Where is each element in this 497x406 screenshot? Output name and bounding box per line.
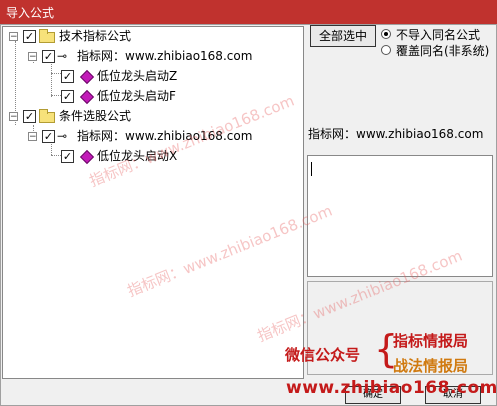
radio-overwrite-label: 覆盖同名(非系统) <box>396 44 490 58</box>
collapse-toggle-icon[interactable]: − <box>9 112 18 122</box>
collapse-toggle-icon[interactable]: − <box>28 52 37 62</box>
formula-description-textarea[interactable] <box>307 155 493 277</box>
collapse-toggle-icon[interactable]: − <box>9 32 18 42</box>
folder-icon <box>39 109 55 123</box>
select-all-button[interactable]: 全部选中 <box>310 25 376 47</box>
checkbox-formula-f[interactable]: ✓ <box>61 90 74 103</box>
tree-connector <box>51 61 52 97</box>
tree-leaf-label: 低位龙头启动F <box>97 89 176 103</box>
window-title: 导入公式 <box>6 6 55 20</box>
formula-gem-icon <box>79 149 95 165</box>
checkbox-formula-z[interactable]: ✓ <box>61 70 74 83</box>
tree-connector <box>51 141 52 155</box>
radio-overwrite-duplicates[interactable] <box>381 45 391 55</box>
tree-node-label: 指标网：www.zhibiao168.com <box>77 49 253 63</box>
formula-gem-icon <box>79 89 95 105</box>
checkbox-condition-formulas[interactable]: ✓ <box>23 110 36 123</box>
detail-site-label: 指标网：www.zhibiao168.com <box>308 127 484 141</box>
tree-node-label: 条件选股公式 <box>59 109 132 123</box>
collapse-toggle-icon[interactable]: − <box>28 132 37 142</box>
folder-icon <box>39 29 55 43</box>
checkbox-formula-x[interactable]: ✓ <box>61 150 74 163</box>
wechat-label: 微信公众号 <box>285 346 361 364</box>
checkbox-site-1[interactable]: ✓ <box>42 50 55 63</box>
text-caret <box>311 162 312 176</box>
ad-url: www.zhibiao168.com <box>286 378 497 398</box>
tree-node-label: 技术指标公式 <box>59 29 132 43</box>
ad-line-2: 战法情报局 <box>393 357 469 375</box>
title-bar: 导入公式 <box>0 0 497 24</box>
checkbox-indicator-formulas[interactable]: ✓ <box>23 30 36 43</box>
tree-leaf-label: 低位龙头启动Z <box>97 69 178 83</box>
ad-line-1: 指标情报局 <box>393 332 469 350</box>
key-icon: ⊸ <box>57 129 68 143</box>
checkbox-site-2[interactable]: ✓ <box>42 130 55 143</box>
formula-gem-icon <box>79 69 95 85</box>
radio-skip-duplicates[interactable] <box>381 29 391 39</box>
key-icon: ⊸ <box>57 49 68 63</box>
radio-skip-label: 不导入同名公式 <box>396 28 481 42</box>
